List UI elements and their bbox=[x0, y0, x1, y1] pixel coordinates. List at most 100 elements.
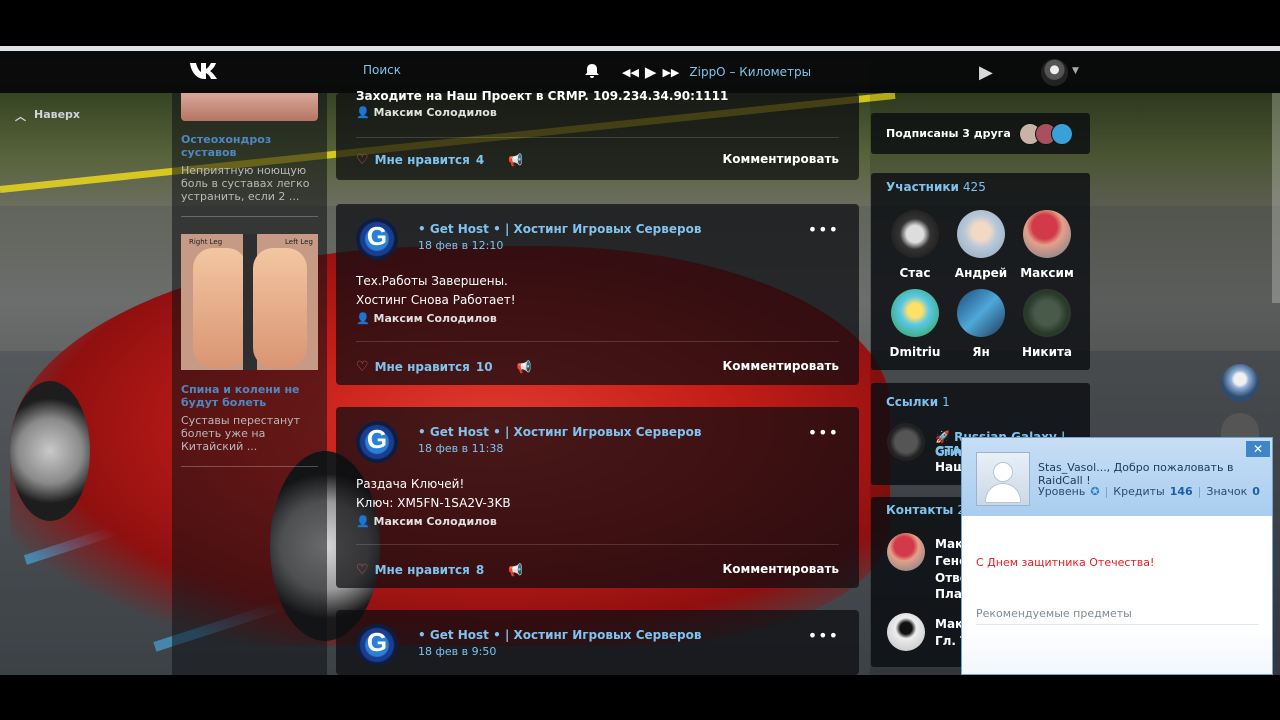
avatar-placeholder-part bbox=[985, 483, 1021, 503]
next-track-icon[interactable]: ▶▶ bbox=[662, 66, 679, 79]
user-avatar[interactable] bbox=[1041, 59, 1068, 86]
raidcall-avatar[interactable] bbox=[976, 452, 1030, 506]
like-button[interactable]: ♡ Мне нравится 4 📢 bbox=[356, 152, 523, 168]
credits-value[interactable]: 146 bbox=[1170, 485, 1193, 498]
ad-image-knees[interactable]: Right Leg Left Leg bbox=[181, 234, 318, 370]
like-label: Мне нравится bbox=[374, 153, 470, 167]
member-name: Стас bbox=[899, 266, 931, 280]
contact-avatar[interactable] bbox=[887, 533, 925, 571]
member[interactable]: Dmitriu bbox=[882, 289, 948, 359]
member[interactable]: Стас bbox=[882, 210, 948, 280]
like-count: 8 bbox=[475, 563, 485, 577]
scroll-to-top-label: Наверх bbox=[34, 108, 81, 121]
member[interactable]: Никита bbox=[1014, 289, 1080, 359]
post-author[interactable]: • Get Host • | Хостинг Игровых Серверов bbox=[418, 628, 701, 642]
more-options-icon[interactable]: ••• bbox=[808, 220, 839, 239]
megaphone-icon[interactable]: 📢 bbox=[517, 360, 532, 374]
previous-track-icon[interactable]: ◀◀ bbox=[622, 66, 639, 79]
level-icon[interactable]: ✪ bbox=[1090, 485, 1099, 498]
avatar-placeholder-part bbox=[993, 462, 1013, 482]
member[interactable]: Андрей bbox=[948, 210, 1014, 280]
post-signer[interactable]: 👤 Максим Солодилов bbox=[356, 312, 497, 325]
current-track[interactable]: ZippO – Километры bbox=[689, 65, 811, 79]
like-count: 10 bbox=[475, 360, 493, 374]
links-title[interactable]: Ссылки 1 bbox=[886, 395, 950, 409]
search-link[interactable]: Поиск bbox=[363, 63, 401, 77]
chevron-down-icon[interactable]: ▼ bbox=[1072, 66, 1079, 76]
post-date[interactable]: 18 фев в 11:38 bbox=[418, 442, 503, 455]
level-label: Уровень bbox=[1038, 485, 1086, 498]
raidcall-popup: ✕ Stas_Vasol..., Добро пожаловать в Raid… bbox=[961, 437, 1273, 675]
like-label: Мне нравится bbox=[374, 563, 470, 577]
member[interactable]: Максим bbox=[1014, 210, 1080, 280]
like-button[interactable]: ♡ Мне нравится 10 📢 bbox=[356, 359, 532, 375]
raidcall-greeting[interactable]: С Днем защитника Отечества! bbox=[976, 556, 1154, 569]
group-logo[interactable]: G bbox=[356, 624, 398, 666]
audio-player: ◀◀ ▶ ▶▶ ZippO – Километры bbox=[622, 63, 811, 81]
heart-icon: ♡ bbox=[356, 359, 369, 375]
wall-post: G • Get Host • | Хостинг Игровых Серверо… bbox=[336, 407, 859, 588]
post-date[interactable]: 18 фев в 9:50 bbox=[418, 645, 496, 658]
member-avatar bbox=[891, 210, 939, 258]
ad-image[interactable] bbox=[181, 93, 318, 121]
member-name: Андрей bbox=[954, 266, 1008, 280]
megaphone-icon[interactable]: 📢 bbox=[508, 153, 523, 167]
chevron-up-icon: ︿ bbox=[15, 110, 26, 123]
ad-text: Суставы перестанут болеть уже на Китайск… bbox=[181, 414, 301, 453]
comment-button[interactable]: Комментировать bbox=[722, 152, 839, 166]
subscribed-friends[interactable]: Подписаны 3 друга bbox=[871, 113, 1090, 154]
vk-logo-icon[interactable] bbox=[189, 61, 223, 83]
close-icon[interactable]: ✕ bbox=[1246, 441, 1270, 457]
comment-button[interactable]: Комментировать bbox=[722, 359, 839, 373]
divider bbox=[181, 216, 318, 217]
contacts-title[interactable]: Контакты2 bbox=[886, 503, 965, 517]
member-avatar bbox=[957, 289, 1005, 337]
post-text: Раздача Ключей! bbox=[356, 477, 465, 491]
members-title[interactable]: Участники 425 bbox=[886, 180, 986, 194]
member[interactable]: Ян bbox=[948, 289, 1014, 359]
wall-post: G • Get Host • | Хостинг Игровых Серверо… bbox=[336, 610, 859, 675]
comment-button[interactable]: Комментировать bbox=[722, 562, 839, 576]
heart-icon: ♡ bbox=[356, 562, 369, 578]
play-icon[interactable]: ▶ bbox=[645, 63, 657, 81]
post-signer[interactable]: 👤 Максим Солодилов bbox=[356, 106, 497, 119]
megaphone-icon[interactable]: 📢 bbox=[508, 563, 523, 577]
member-avatar bbox=[1023, 210, 1071, 258]
scrollbar[interactable] bbox=[1272, 93, 1280, 303]
like-count: 4 bbox=[475, 153, 485, 167]
more-options-icon[interactable]: ••• bbox=[808, 626, 839, 645]
chat-avatar[interactable] bbox=[1221, 364, 1259, 402]
link-avatar[interactable] bbox=[887, 423, 925, 461]
post-text: Тех.Работы Завершены. bbox=[356, 274, 508, 288]
like-label: Мне нравится bbox=[374, 360, 470, 374]
group-logo[interactable]: G bbox=[356, 218, 398, 260]
wall-post: Заходите на Наш Проект в CRMP. 109.234.3… bbox=[336, 89, 859, 180]
ad-image-label: Right Leg bbox=[189, 238, 223, 246]
separator: | bbox=[1104, 485, 1109, 498]
member-avatar bbox=[957, 210, 1005, 258]
friend-avatar bbox=[1051, 123, 1073, 145]
play-button-icon[interactable]: ▶ bbox=[979, 62, 993, 83]
divider bbox=[976, 624, 1259, 625]
raidcall-welcome: Stas_Vasol..., Добро пожаловать в RaidCa… bbox=[1038, 461, 1234, 487]
ad-title[interactable]: Спина и колени не будут болеть bbox=[181, 383, 318, 409]
post-text: Ключ: XM5FN-1SA2V-3KB bbox=[356, 496, 511, 510]
post-signer[interactable]: 👤 Максим Солодилов bbox=[356, 515, 497, 528]
member-name: Ян bbox=[972, 345, 990, 359]
more-options-icon[interactable]: ••• bbox=[808, 423, 839, 442]
post-author[interactable]: • Get Host • | Хостинг Игровых Серверов bbox=[418, 425, 701, 439]
ad-title[interactable]: Остеохондроз суставов bbox=[181, 133, 318, 159]
badge-value[interactable]: 0 bbox=[1252, 485, 1260, 498]
post-date[interactable]: 18 фев в 12:10 bbox=[418, 239, 503, 252]
bell-icon[interactable] bbox=[584, 63, 600, 79]
divider bbox=[181, 466, 318, 467]
letterbox-top bbox=[0, 0, 1280, 46]
group-logo[interactable]: G bbox=[356, 421, 398, 463]
like-button[interactable]: ♡ Мне нравится 8 📢 bbox=[356, 562, 523, 578]
scroll-to-top-button[interactable]: ︿ Наверх bbox=[15, 108, 80, 124]
contact-avatar[interactable] bbox=[887, 613, 925, 651]
badge-label: Значок bbox=[1206, 485, 1248, 498]
member-name: Никита bbox=[1021, 345, 1073, 359]
post-author[interactable]: • Get Host • | Хостинг Игровых Серверов bbox=[418, 222, 701, 236]
letterbox-bottom bbox=[0, 675, 1280, 720]
